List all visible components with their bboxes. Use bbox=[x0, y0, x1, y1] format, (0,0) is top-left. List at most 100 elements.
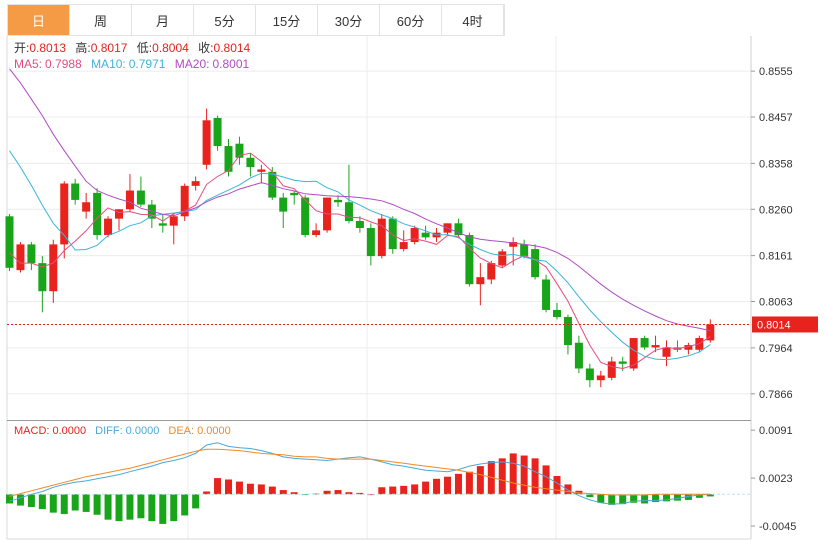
price-tick-label: 0.7964 bbox=[759, 343, 793, 355]
macd-bar bbox=[16, 494, 24, 506]
candle-body bbox=[607, 361, 616, 378]
macd-value: 0.0000 bbox=[52, 425, 86, 437]
close-value: 0.8014 bbox=[214, 41, 251, 55]
candle-body bbox=[136, 190, 145, 205]
candle bbox=[93, 188, 102, 240]
candle-body bbox=[542, 279, 551, 310]
macd-legend: MACD: 0.0000 DIFF: 0.0000 DEA: 0.0000 bbox=[14, 425, 231, 437]
candle-body bbox=[93, 192, 102, 236]
macd-bar bbox=[378, 487, 386, 495]
macd-bar bbox=[148, 494, 156, 522]
candle bbox=[60, 181, 69, 259]
candle-body bbox=[574, 342, 583, 369]
macd-axis: 0.0091 0.0023 -0.0045 bbox=[751, 425, 796, 533]
ma20-label: MA20: bbox=[175, 57, 210, 71]
price-tick-label: 0.8260 bbox=[759, 204, 793, 216]
candle-body bbox=[49, 244, 58, 292]
candle bbox=[476, 263, 485, 306]
candle bbox=[323, 197, 332, 233]
macd-bar bbox=[334, 490, 342, 495]
candle bbox=[574, 335, 583, 374]
macd-lines bbox=[9, 442, 711, 505]
macd-bar bbox=[181, 494, 189, 516]
macd-bar bbox=[137, 494, 145, 519]
macd-bar bbox=[225, 479, 232, 495]
price-tick-label: 0.7866 bbox=[759, 389, 793, 401]
macd-histogram bbox=[6, 453, 751, 524]
candle-body bbox=[224, 146, 233, 172]
candle-body bbox=[158, 223, 167, 226]
macd-bar bbox=[60, 494, 68, 515]
candle-body bbox=[257, 169, 266, 172]
candle bbox=[235, 136, 244, 165]
candle-body bbox=[125, 190, 134, 210]
candle-body bbox=[618, 361, 627, 364]
ma5-value: 0.7988 bbox=[45, 57, 82, 71]
candle-body bbox=[104, 218, 113, 236]
candle bbox=[290, 190, 299, 205]
diff-label: DIFF: bbox=[95, 425, 123, 437]
ma20-value: 0.8001 bbox=[212, 57, 249, 71]
candle bbox=[607, 356, 616, 381]
candle-body bbox=[553, 309, 561, 317]
open-label: 开: bbox=[14, 41, 29, 55]
candle-body bbox=[355, 220, 364, 228]
candle-body bbox=[82, 202, 91, 212]
macd-bar bbox=[115, 494, 123, 522]
candle-body bbox=[312, 230, 321, 236]
candle bbox=[125, 174, 134, 212]
chart-frame bbox=[6, 36, 752, 540]
candle bbox=[563, 314, 572, 355]
macd-bar bbox=[509, 453, 517, 495]
macd-bar bbox=[673, 494, 681, 501]
ma20-line bbox=[9, 68, 711, 332]
macd-bar bbox=[71, 494, 79, 511]
candle-body bbox=[115, 209, 123, 219]
candle-body bbox=[344, 202, 353, 221]
candle-body bbox=[388, 218, 397, 250]
candle bbox=[82, 192, 91, 219]
candle bbox=[301, 195, 310, 238]
ma5-label: MA5: bbox=[14, 57, 42, 71]
ma10-value: 0.7971 bbox=[129, 57, 166, 71]
candle-body bbox=[596, 375, 605, 381]
macd-bar bbox=[641, 494, 649, 504]
candle bbox=[542, 274, 551, 313]
candle bbox=[49, 239, 58, 303]
candle bbox=[38, 256, 47, 313]
macd-tick-label: -0.0045 bbox=[759, 521, 796, 533]
candle bbox=[169, 213, 178, 245]
price-tick-label: 0.8161 bbox=[759, 251, 793, 263]
candlestick-series bbox=[5, 108, 715, 388]
candle-body bbox=[246, 157, 255, 168]
candle-body bbox=[531, 249, 540, 278]
macd-bar bbox=[564, 484, 572, 495]
macd-bar bbox=[170, 494, 178, 522]
candle bbox=[377, 213, 386, 259]
macd-bar bbox=[444, 476, 451, 495]
candle bbox=[158, 213, 167, 233]
candle-body bbox=[640, 338, 649, 348]
macd-tick-label: 0.0091 bbox=[759, 425, 793, 437]
dea-label: DEA: bbox=[168, 425, 194, 437]
candle bbox=[147, 199, 156, 228]
candle bbox=[279, 192, 288, 228]
candle bbox=[71, 178, 80, 205]
macd-bar bbox=[126, 494, 134, 520]
candle-body bbox=[27, 244, 36, 264]
macd-bar bbox=[498, 458, 506, 495]
macd-bar bbox=[159, 494, 167, 524]
diff-value: 0.0000 bbox=[126, 425, 160, 437]
candle bbox=[498, 249, 507, 268]
macd-bar bbox=[104, 494, 112, 520]
high-label: 高: bbox=[75, 40, 90, 55]
candle bbox=[673, 340, 682, 353]
candle bbox=[27, 242, 36, 271]
candle bbox=[553, 302, 561, 320]
candle bbox=[454, 218, 463, 238]
candle-body bbox=[410, 228, 419, 243]
macd-bar bbox=[400, 485, 408, 495]
kline-chart[interactable]: 0.8555 0.8457 0.8358 0.8260 0.8161 0.8063 0.79… bbox=[0, 0, 826, 540]
chart-page: 日 周 月 5分 15分 30分 60分 4时 0.8555 0.8457 0.83… bbox=[0, 0, 826, 540]
candle-body bbox=[5, 216, 14, 268]
